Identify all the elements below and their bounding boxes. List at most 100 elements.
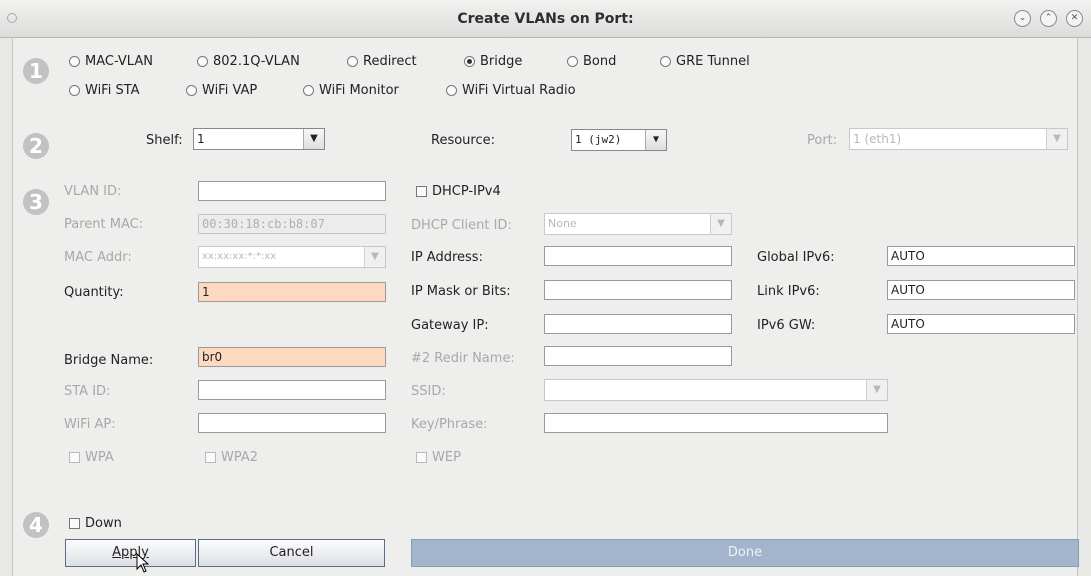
radio-wifi-vap[interactable]: WiFi VAP (186, 83, 257, 98)
ssid-select[interactable]: ▼ (544, 379, 888, 401)
title-bar: Create VLANs on Port: ⌄ ⌃ ✕ (0, 0, 1091, 38)
radio-circle (69, 56, 80, 67)
radio-redirect[interactable]: Redirect (347, 54, 417, 69)
radio-bond[interactable]: Bond (567, 54, 616, 69)
link-ipv6-input[interactable]: AUTO (887, 280, 1075, 300)
wep-checkbox[interactable]: WEP (416, 450, 461, 465)
chevron-down-icon[interactable]: ▼ (866, 380, 887, 400)
ip-address-label: IP Address: (411, 250, 483, 265)
wpa2-checkbox[interactable]: WPA2 (205, 450, 258, 465)
parent-mac-label: Parent MAC: (64, 217, 144, 232)
down-checkbox[interactable]: WEPDown (69, 516, 122, 531)
chevron-down-icon[interactable]: ▼ (645, 130, 666, 150)
window-title: Create VLANs on Port: (457, 11, 634, 27)
mac-addr-label: MAC Addr: (64, 250, 132, 265)
port-label: Port: (807, 133, 838, 148)
cancel-button[interactable]: Cancel (198, 539, 385, 567)
redir-name-label: #2 Redir Name: (411, 351, 515, 366)
dhcp-client-id-value: None (548, 217, 577, 230)
mac-addr-value: xx:xx:xx:*:*:xx (202, 251, 277, 262)
parent-mac-field: 00:30:18:cb:b8:07 (198, 214, 386, 234)
radio-8021q-vlan[interactable]: 802.1Q-VLAN (197, 54, 300, 69)
port-value: 1 (eth1) (853, 132, 902, 146)
key-phrase-label: Key/Phrase: (411, 417, 488, 432)
bridge-name-input[interactable]: br0 (198, 347, 386, 367)
global-ipv6-label: Global IPv6: (757, 250, 835, 265)
radio-circle (197, 56, 208, 67)
sta-id-input[interactable] (198, 380, 386, 400)
mac-addr-select[interactable]: xx:xx:xx:*:*:xx ▼ (198, 246, 386, 268)
vlan-id-label: VLAN ID: (64, 184, 122, 199)
radio-circle (567, 56, 578, 67)
radio-label: WiFi STA (85, 83, 140, 98)
radio-circle (660, 56, 671, 67)
shelf-select[interactable]: 1 ▼ (193, 128, 325, 150)
dhcp-client-id-select[interactable]: None ▼ (544, 213, 732, 235)
radio-label: Redirect (363, 54, 417, 69)
wpa-checkbox[interactable]: WPA (69, 450, 114, 465)
resource-value: 1 (jw2) (575, 133, 622, 146)
radio-circle (303, 85, 314, 96)
key-phrase-input[interactable] (544, 413, 888, 433)
wifi-ap-input[interactable] (198, 413, 386, 433)
radio-circle (446, 85, 457, 96)
wifi-ap-label: WiFi AP: (64, 417, 116, 432)
apply-button[interactable]: Apply (65, 539, 196, 567)
radio-label: MAC-VLAN (85, 54, 153, 69)
radio-wifi-sta[interactable]: WiFi STA (69, 83, 140, 98)
radio-label: WiFi Virtual Radio (462, 83, 576, 98)
quantity-label: Quantity: (64, 285, 124, 300)
close-icon[interactable]: ✕ (1066, 10, 1083, 27)
step-3-badge: 3 (23, 189, 49, 215)
sta-id-label: STA ID: (64, 384, 111, 399)
maximize-icon[interactable]: ⌃ (1040, 10, 1057, 27)
done-button: Done (411, 539, 1079, 567)
minimize-icon[interactable]: ⌄ (1014, 10, 1031, 27)
chevron-down-icon[interactable]: ▼ (710, 214, 731, 234)
step-4-badge: 4 (23, 512, 49, 538)
checkbox-label: DHCP-IPv4 (432, 184, 501, 199)
ssid-label: SSID: (411, 384, 446, 399)
radio-mac-vlan[interactable]: MAC-VLAN (69, 54, 153, 69)
link-ipv6-label: Link IPv6: (757, 284, 820, 299)
port-select[interactable]: 1 (eth1) ▼ (849, 128, 1068, 150)
dhcp-client-id-label: DHCP Client ID: (411, 218, 512, 233)
chevron-down-icon[interactable]: ▼ (303, 129, 324, 149)
radio-bridge[interactable]: Bridge (464, 54, 522, 69)
ip-mask-label: IP Mask or Bits: (411, 284, 511, 299)
vlan-id-input[interactable] (198, 181, 386, 201)
radio-label: Bridge (480, 54, 523, 69)
radio-label: Bond (583, 54, 617, 69)
global-ipv6-input[interactable]: AUTO (887, 246, 1075, 266)
redir-name-input[interactable] (544, 346, 732, 366)
checkbox-label: Down (85, 516, 122, 531)
radio-label: WiFi Monitor (319, 83, 399, 98)
ip-address-input[interactable] (544, 246, 732, 266)
resource-select[interactable]: 1 (jw2) ▼ (571, 129, 667, 151)
chevron-down-icon[interactable]: ▼ (364, 247, 385, 267)
checkbox-box (69, 452, 80, 463)
radio-circle (186, 85, 197, 96)
checkbox-box (416, 186, 427, 197)
radio-wifi-monitor[interactable]: WiFi Monitor (303, 83, 399, 98)
step-1-badge: 1 (23, 58, 49, 84)
checkbox-label: WPA2 (221, 450, 259, 465)
quantity-input[interactable]: 1 (198, 282, 386, 302)
checkbox-box (416, 452, 427, 463)
ipv6-gw-input[interactable]: AUTO (887, 314, 1075, 334)
radio-gre-tunnel[interactable]: GRE Tunnel (660, 54, 750, 69)
checkbox-label: WPA (85, 450, 114, 465)
radio-wifi-virtual-radio[interactable]: WiFi Virtual Radio (446, 83, 576, 98)
radio-circle-selected (464, 56, 475, 67)
ip-mask-input[interactable] (544, 280, 732, 300)
chevron-down-icon[interactable]: ▼ (1046, 129, 1067, 149)
gateway-ip-label: Gateway IP: (411, 318, 489, 333)
checkbox-box (69, 518, 80, 529)
dhcp-ipv4-checkbox[interactable]: DHCP-IPv4 (416, 184, 501, 199)
resource-label: Resource: (431, 133, 495, 148)
mouse-cursor-icon (136, 553, 150, 573)
shelf-value: 1 (197, 132, 205, 146)
checkbox-box (205, 452, 216, 463)
gateway-ip-input[interactable] (544, 314, 732, 334)
checkbox-label: WEP (432, 450, 461, 465)
